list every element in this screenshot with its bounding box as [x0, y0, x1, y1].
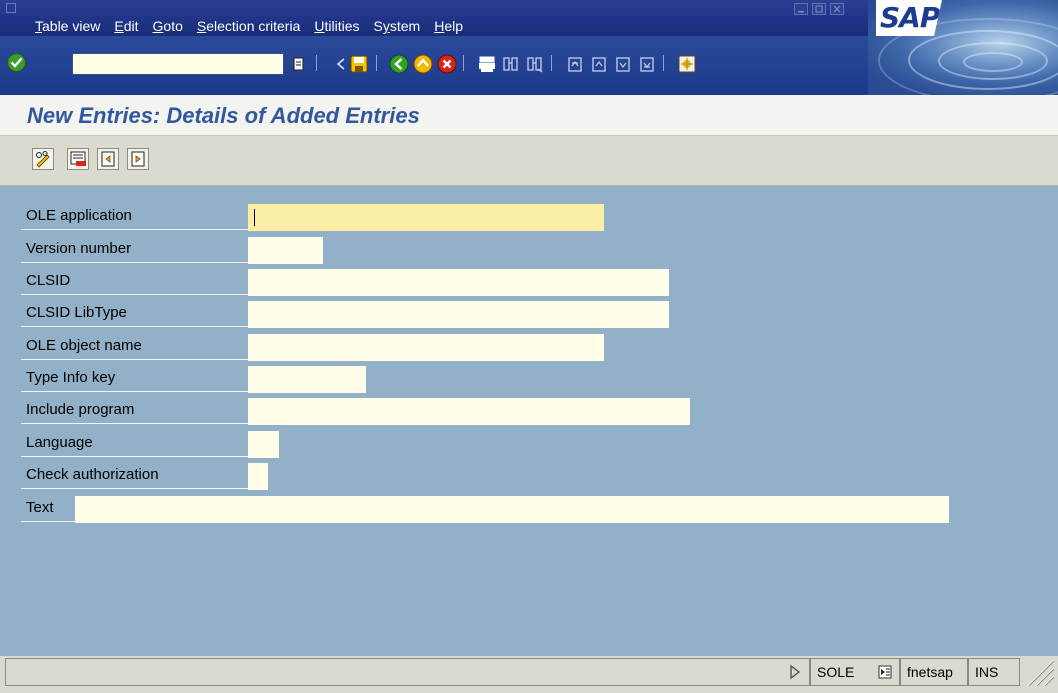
pencil-glasses-icon [36, 151, 50, 168]
check-authorization-input[interactable] [248, 463, 268, 490]
previous-entry-button[interactable] [97, 148, 119, 170]
exit-button[interactable] [412, 53, 433, 74]
server-field: fnetsap [900, 658, 968, 686]
delete-entry-button[interactable] [67, 148, 89, 170]
window-controls [794, 3, 844, 15]
save-button[interactable] [348, 53, 369, 74]
back-arrow-icon [389, 54, 408, 73]
layout-icon [678, 55, 695, 72]
field-label: OLE object name [21, 332, 248, 360]
delete-row-icon [70, 151, 86, 166]
first-page-button[interactable] [564, 53, 585, 74]
standard-toolbar [0, 36, 868, 95]
last-page-icon [639, 56, 654, 72]
next-page-button[interactable] [612, 53, 633, 74]
next-page-icon [615, 56, 630, 72]
previous-entry-icon [101, 151, 115, 167]
command-history-button[interactable] [288, 53, 309, 74]
insert-mode-field[interactable]: INS [968, 658, 1020, 686]
document-icon [293, 57, 303, 70]
close-window-button[interactable] [830, 3, 844, 15]
next-entry-button[interactable] [127, 148, 149, 170]
resize-grip-icon[interactable] [1020, 658, 1054, 686]
form-area: OLE application Version number CLSID CLS… [0, 186, 1058, 656]
command-field[interactable] [72, 53, 284, 75]
exit-arrow-icon [413, 54, 432, 73]
maximize-button[interactable] [812, 3, 826, 15]
find-button[interactable] [500, 53, 521, 74]
field-label: OLE application [21, 202, 248, 230]
system-id: SOLE [817, 664, 855, 680]
save-icon [350, 55, 367, 72]
system-info-field[interactable]: SOLE [810, 658, 900, 686]
menu-utilities[interactable]: Utilities [307, 18, 366, 34]
type-info-key-input[interactable] [248, 366, 366, 393]
cancel-button[interactable] [436, 53, 457, 74]
maximize-icon [815, 5, 823, 13]
menu-help[interactable]: Help [427, 18, 470, 34]
status-bar: SOLE fnetsap INS [0, 656, 1058, 693]
find-next-icon [526, 56, 542, 73]
status-message-area [5, 658, 810, 686]
page-title: New Entries: Details of Added Entries [27, 103, 420, 128]
clsid-input[interactable] [248, 269, 669, 296]
status-expand-button[interactable] [787, 664, 803, 680]
chevron-left-icon [336, 57, 344, 70]
print-icon [478, 56, 495, 72]
field-label: Version number [21, 235, 248, 263]
menu-system[interactable]: System [367, 18, 428, 34]
version-number-input[interactable] [248, 237, 323, 264]
window-system-icon[interactable] [6, 3, 16, 13]
field-label: Include program [21, 396, 248, 424]
find-next-button[interactable] [524, 53, 545, 74]
first-page-icon [567, 56, 582, 72]
menu-goto[interactable]: Goto [146, 18, 190, 34]
field-label: Text [21, 494, 75, 522]
field-label: Check authorization [21, 461, 248, 489]
last-page-button[interactable] [636, 53, 657, 74]
menu-table-view[interactable]: Table view [28, 18, 107, 34]
layout-button[interactable] [676, 53, 697, 74]
previous-page-button[interactable] [588, 53, 609, 74]
title-bar: New Entries: Details of Added Entries [0, 95, 1058, 136]
menu-edit[interactable]: Edit [107, 18, 145, 34]
menu-items: Table view Edit Goto Selection criteria … [28, 18, 470, 34]
field-label: CLSID [21, 267, 248, 295]
change-display-button[interactable] [32, 148, 54, 170]
checkmark-icon [7, 53, 26, 72]
previous-page-icon [591, 56, 606, 72]
include-program-input[interactable] [248, 398, 690, 425]
ole-object-name-input[interactable] [248, 334, 604, 361]
triangle-right-icon [790, 664, 800, 680]
application-toolbar [0, 136, 1058, 186]
field-label: CLSID LibType [21, 299, 248, 327]
back-button[interactable] [388, 53, 409, 74]
close-icon [833, 5, 841, 13]
cancel-icon [437, 54, 456, 73]
enter-button[interactable] [6, 52, 27, 73]
next-entry-icon [131, 151, 145, 167]
field-label: Language [21, 429, 248, 457]
print-button[interactable] [476, 53, 497, 74]
sap-logo: SAP [876, 0, 942, 36]
language-input[interactable] [248, 431, 279, 458]
sap-logo-area: SAP [868, 0, 1058, 95]
field-label: Type Info key [21, 364, 248, 392]
menu-selection-criteria[interactable]: Selection criteria [190, 18, 308, 34]
clsid-libtype-input[interactable] [248, 301, 669, 328]
minimize-icon [798, 11, 804, 13]
text-input[interactable] [75, 496, 949, 523]
find-icon [502, 56, 518, 71]
minimize-button[interactable] [794, 3, 808, 15]
system-info-icon [878, 665, 892, 679]
ole-application-input[interactable] [248, 204, 604, 231]
text-cursor [254, 209, 255, 226]
